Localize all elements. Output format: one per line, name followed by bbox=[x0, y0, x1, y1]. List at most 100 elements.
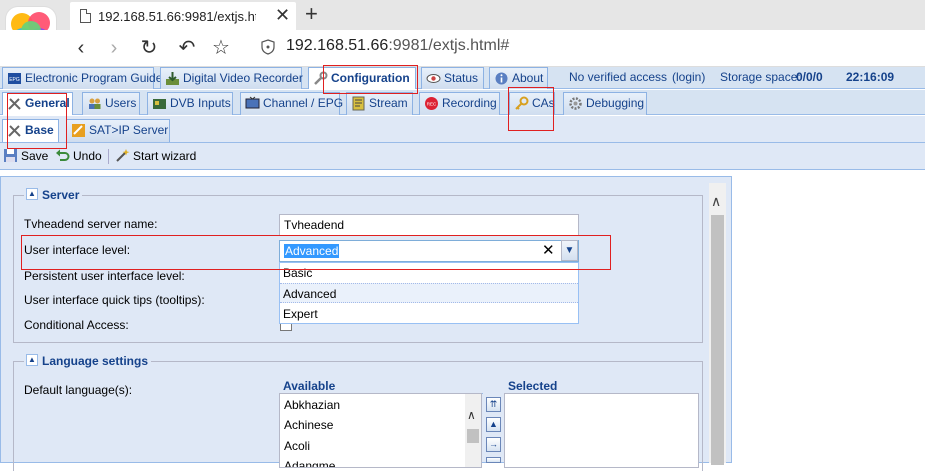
tab-general[interactable]: General bbox=[2, 92, 73, 115]
star-icon[interactable]: ☆ bbox=[208, 35, 234, 61]
server-name-input[interactable]: Tvheadend bbox=[279, 214, 579, 236]
svg-text:EPG: EPG bbox=[9, 77, 20, 83]
dropdown-option-advanced[interactable]: Advanced bbox=[280, 283, 578, 303]
ui-level-value: Advanced bbox=[284, 244, 340, 258]
rec-icon: REC bbox=[425, 97, 438, 110]
configuration-tabs: General Users DVB Inputs Channel / EPG S… bbox=[0, 90, 925, 115]
move-up-icon[interactable]: ▲ bbox=[486, 417, 501, 432]
browser-tab-title: 192.168.51.66:9981/extjs.html bbox=[98, 9, 256, 24]
tab-label: DVB Inputs bbox=[170, 96, 231, 110]
dropdown-option-basic[interactable]: Basic bbox=[280, 263, 578, 283]
add-icon[interactable]: → bbox=[486, 437, 501, 452]
undo-icon bbox=[56, 149, 70, 161]
list-item[interactable]: Adangme bbox=[284, 459, 335, 467]
save-button[interactable]: Save bbox=[3, 148, 48, 164]
tab-about[interactable]: About bbox=[489, 67, 548, 89]
tab-label: SAT>IP Server bbox=[89, 123, 169, 137]
card-icon bbox=[153, 99, 166, 109]
info-icon bbox=[495, 72, 508, 85]
list-scrollbar[interactable]: ∧ bbox=[465, 394, 481, 467]
collapse-icon[interactable]: ▲ bbox=[26, 354, 38, 366]
list-item[interactable]: Acoli bbox=[284, 439, 310, 453]
browser-chrome: 192.168.51.66:9981/extjs.html ✕ + ‹ › ↻ … bbox=[0, 0, 925, 67]
scroll-thumb[interactable] bbox=[467, 429, 479, 443]
tv-icon bbox=[245, 96, 260, 109]
scroll-up-icon[interactable]: ∧ bbox=[711, 193, 721, 210]
stream-icon bbox=[352, 96, 365, 111]
tab-debugging[interactable]: Debugging bbox=[563, 92, 647, 115]
tab-label: Configuration bbox=[331, 71, 410, 85]
list-item[interactable]: Achinese bbox=[284, 418, 333, 432]
address-bar[interactable]: 192.168.51.66:9981/extjs.html# bbox=[286, 37, 509, 55]
scroll-up-icon[interactable]: ∧ bbox=[467, 408, 476, 422]
selected-header: Selected bbox=[508, 379, 698, 394]
clear-icon[interactable]: ✕ bbox=[542, 241, 555, 259]
start-wizard-label: Start wizard bbox=[133, 149, 197, 163]
tab-users[interactable]: Users bbox=[82, 92, 140, 115]
list-item[interactable]: Abkhazian bbox=[284, 398, 340, 412]
dropdown-option-expert[interactable]: Expert bbox=[280, 304, 578, 324]
tab-label: General bbox=[25, 96, 70, 110]
tab-configuration[interactable]: Configuration bbox=[308, 67, 416, 89]
tab-stream[interactable]: Stream bbox=[346, 92, 413, 115]
panel-scrollbar[interactable]: ∧ bbox=[709, 183, 726, 465]
collapse-icon[interactable]: ▲ bbox=[26, 188, 38, 200]
browser-navbar: ‹ › ↻ ↶ ☆ 192.168.51.66:9981/extjs.html# bbox=[0, 30, 925, 67]
undo-icon[interactable]: ↶ bbox=[174, 35, 200, 61]
tab-cas[interactable]: CAs bbox=[509, 92, 555, 115]
tab-channel-epg[interactable]: Channel / EPG bbox=[240, 92, 344, 115]
undo-button[interactable]: Undo bbox=[55, 148, 102, 164]
back-icon[interactable]: ‹ bbox=[68, 35, 94, 61]
scroll-thumb[interactable] bbox=[711, 215, 724, 465]
start-wizard-button[interactable]: Start wizard bbox=[115, 148, 196, 164]
tab-label: Status bbox=[444, 71, 479, 85]
url-path: :9981/extjs.html# bbox=[388, 37, 510, 54]
tab-label: Electronic Program Guide bbox=[25, 71, 163, 85]
document-icon bbox=[80, 9, 91, 23]
access-status: No verified access bbox=[569, 70, 668, 84]
tab-label: Stream bbox=[369, 96, 408, 110]
epg-icon: EPG bbox=[8, 73, 21, 84]
form-toolbar: Save Undo Start wizard bbox=[0, 143, 925, 170]
tab-close-icon[interactable]: ✕ bbox=[275, 5, 290, 26]
shield-icon[interactable] bbox=[261, 39, 275, 55]
chevron-down-icon[interactable]: ▼ bbox=[561, 240, 578, 261]
browser-tab[interactable]: 192.168.51.66:9981/extjs.html ✕ bbox=[70, 2, 296, 30]
tab-label: About bbox=[512, 71, 544, 85]
language-legend[interactable]: ▲ Language settings bbox=[24, 354, 152, 368]
tools-icon bbox=[8, 98, 21, 110]
tab-dvb-inputs[interactable]: DVB Inputs bbox=[147, 92, 233, 115]
forward-icon[interactable]: › bbox=[101, 35, 127, 61]
clock: 22:16:09 bbox=[846, 70, 895, 84]
tab-epg[interactable]: EPG Electronic Program Guide bbox=[2, 67, 162, 89]
wand-icon bbox=[116, 149, 130, 162]
new-tab-icon[interactable]: + bbox=[305, 1, 318, 27]
move-top-icon[interactable]: ⇈ bbox=[486, 397, 501, 412]
wrench-icon bbox=[314, 71, 328, 85]
tab-base[interactable]: Base bbox=[2, 119, 59, 142]
tab-satip-server[interactable]: SAT>IP Server bbox=[66, 119, 170, 142]
url-host: 192.168.51.66 bbox=[286, 37, 389, 54]
satip-icon bbox=[72, 124, 85, 137]
toolbar-separator bbox=[108, 149, 109, 164]
login-link[interactable]: (login) bbox=[672, 70, 705, 84]
general-tabs: Base SAT>IP Server bbox=[0, 116, 925, 143]
tab-label: Channel / EPG bbox=[263, 96, 344, 110]
tab-dvr[interactable]: Digital Video Recorder bbox=[160, 67, 303, 89]
conditional-access-label: Conditional Access: bbox=[24, 318, 129, 332]
save-label: Save bbox=[21, 149, 49, 163]
language-legend-label: Language settings bbox=[42, 354, 149, 368]
main-menu-bar: EPG Electronic Program Guide Digital Vid… bbox=[0, 67, 925, 89]
reload-icon[interactable]: ↻ bbox=[136, 35, 162, 61]
tab-status[interactable]: Status bbox=[421, 67, 484, 89]
svg-text:REC: REC bbox=[427, 102, 437, 107]
eye-icon bbox=[426, 74, 441, 83]
selected-languages-list[interactable] bbox=[504, 393, 699, 468]
available-header: Available bbox=[283, 379, 483, 394]
ui-level-combobox[interactable]: Advanced bbox=[279, 240, 579, 262]
server-legend[interactable]: ▲ Server bbox=[24, 188, 83, 202]
available-languages-list[interactable]: Abkhazian Achinese Acoli Adangme ∧ bbox=[279, 393, 482, 468]
tab-recording[interactable]: REC Recording bbox=[419, 92, 500, 115]
key-icon bbox=[515, 96, 529, 110]
remove-icon[interactable] bbox=[486, 457, 501, 463]
